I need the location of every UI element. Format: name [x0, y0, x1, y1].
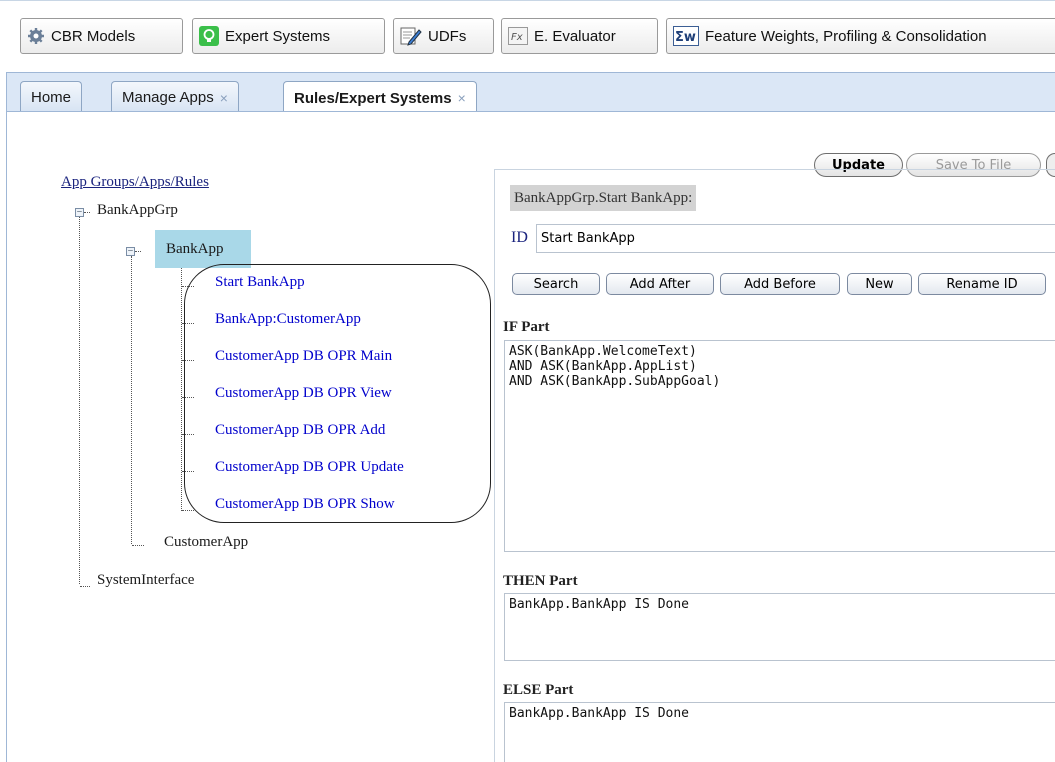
- rename-id-button[interactable]: Rename ID: [918, 273, 1046, 295]
- new-button[interactable]: New: [847, 273, 912, 295]
- add-before-button[interactable]: Add Before: [720, 273, 840, 295]
- collapse-icon[interactable]: −: [126, 247, 135, 257]
- tree-node-customerapp[interactable]: CustomerApp: [164, 534, 248, 551]
- tree-node-app[interactable]: BankApp: [166, 241, 224, 258]
- sigma-w-icon: Σw: [673, 26, 699, 46]
- id-label: ID: [511, 229, 528, 246]
- close-icon[interactable]: ×: [458, 90, 466, 106]
- then-part-label: THEN Part: [503, 573, 578, 589]
- search-button[interactable]: Search: [512, 273, 600, 295]
- tab-home[interactable]: Home: [20, 81, 83, 113]
- if-part-textarea[interactable]: ASK(BankApp.WelcomeText) AND ASK(BankApp…: [504, 340, 1055, 552]
- cbr-models-button[interactable]: CBR Models: [20, 18, 183, 54]
- feature-weights-label: Feature Weights, Profiling & Consolidati…: [705, 27, 987, 45]
- add-after-button[interactable]: Add After: [606, 273, 714, 295]
- id-input[interactable]: [536, 224, 1055, 253]
- tab-manage-apps[interactable]: Manage Apps ×: [111, 81, 239, 113]
- tab-bar: Home Manage Apps × Rules/Expert Systems …: [6, 72, 1055, 114]
- tree-line: [132, 545, 144, 546]
- tree-line: [181, 268, 182, 511]
- fx-icon: Fx: [508, 27, 528, 45]
- svg-text:Σw: Σw: [675, 30, 696, 45]
- if-part-label: IF Part: [503, 319, 550, 335]
- tab-rules-label: Rules/Expert Systems: [294, 89, 452, 107]
- tree-root-link[interactable]: App Groups/Apps/Rules: [61, 174, 209, 191]
- tree-node-systeminterface[interactable]: SystemInterface: [97, 572, 194, 589]
- expert-systems-button[interactable]: Expert Systems: [192, 18, 385, 54]
- else-part-label: ELSE Part: [503, 682, 574, 698]
- feature-weights-button[interactable]: Σw Feature Weights, Profiling & Consolid…: [666, 18, 1055, 54]
- else-part-textarea[interactable]: BankApp.BankApp IS Done: [504, 702, 1055, 762]
- udfs-label: UDFs: [428, 27, 467, 45]
- tree-line: [135, 251, 141, 252]
- tree-line: [131, 256, 132, 544]
- tree-line: [84, 212, 90, 213]
- svg-text:Fx: Fx: [511, 32, 523, 43]
- collapse-icon[interactable]: −: [75, 208, 84, 218]
- lightbulb-icon: [199, 26, 219, 46]
- rule-header: BankAppGrp.Start BankApp:: [510, 185, 697, 211]
- tab-manage-apps-label: Manage Apps: [122, 89, 214, 106]
- highlight-callout: [184, 264, 491, 523]
- e-evaluator-button[interactable]: Fx E. Evaluator: [501, 18, 658, 54]
- cbr-models-label: CBR Models: [51, 27, 136, 45]
- tree-node-group[interactable]: BankAppGrp: [97, 202, 178, 219]
- udfs-button[interactable]: UDFs: [393, 18, 494, 54]
- tab-rules-expert-systems[interactable]: Rules/Expert Systems ×: [283, 81, 477, 114]
- tree-line: [79, 216, 80, 584]
- tab-home-label: Home: [31, 89, 72, 106]
- tree-line: [80, 586, 90, 587]
- main-toolbar: CBR Models Expert Systems UDFs Fx E. Eva…: [0, 0, 1055, 69]
- tree-line: [182, 510, 194, 511]
- gear-icon: [27, 27, 45, 45]
- edit-icon: [400, 26, 422, 46]
- e-evaluator-label: E. Evaluator: [534, 27, 616, 45]
- then-part-textarea[interactable]: BankApp.BankApp IS Done: [504, 593, 1055, 661]
- expert-systems-label: Expert Systems: [225, 27, 331, 45]
- close-icon[interactable]: ×: [220, 90, 228, 106]
